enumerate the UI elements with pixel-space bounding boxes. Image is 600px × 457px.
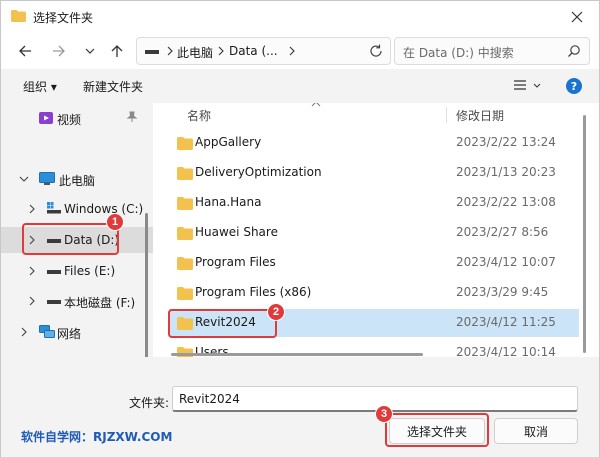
- close-button[interactable]: [563, 5, 591, 29]
- cancel-button[interactable]: 取消: [494, 418, 578, 444]
- file-modified-date: 2023/3/29 9:45: [456, 285, 549, 299]
- chevron-down-icon: [85, 48, 95, 54]
- file-list-row[interactable]: Huawei Share 2023/2/27 8:56: [169, 219, 579, 247]
- breadcrumb-this-pc[interactable]: 此电脑: [177, 44, 213, 61]
- nav-item-label: 视频: [57, 113, 82, 127]
- column-header-name[interactable]: 名称: [187, 107, 211, 124]
- forward-button[interactable]: [47, 39, 71, 63]
- file-name: Program Files (x86): [195, 285, 312, 299]
- file-name: Program Files: [195, 255, 276, 269]
- windows-drive-icon: [47, 202, 61, 214]
- folder-icon: [177, 167, 193, 180]
- dialog-footer: 文件夹: 软件自学网：RJZXW.COM 选择文件夹 取消: [1, 357, 599, 457]
- chevron-right-icon[interactable]: [27, 204, 37, 214]
- annotation-highlight-revit-folder: [168, 309, 277, 338]
- file-list-row[interactable]: Program Files 2023/4/12 10:07: [169, 249, 579, 277]
- nav-item-windows-c[interactable]: Windows (C:): [1, 196, 153, 222]
- annotation-highlight-data-drive: [22, 223, 119, 255]
- file-list-row[interactable]: Hana.Hana 2023/2/22 13:08: [169, 189, 579, 217]
- help-icon[interactable]: ?: [566, 78, 582, 94]
- navigation-bar: 此电脑 Data (... 在 Data (D:) 中搜索: [1, 33, 599, 69]
- breadcrumb-data-drive[interactable]: Data (...: [229, 44, 278, 58]
- file-list-row[interactable]: Program Files (x86) 2023/3/29 9:45: [169, 279, 579, 307]
- search-placeholder: 在 Data (D:) 中搜索: [403, 46, 514, 60]
- watermark-text: 软件自学网：RJZXW.COM: [21, 430, 173, 444]
- chevron-right-icon: [218, 46, 224, 56]
- nav-item-videos[interactable]: 视频: [1, 105, 153, 131]
- folder-icon: [177, 287, 193, 300]
- file-modified-date: 2023/2/22 13:24: [456, 135, 556, 149]
- folder-field-label: 文件夹:: [129, 396, 170, 410]
- chevron-right-icon[interactable]: [19, 327, 29, 337]
- nav-item-label: Files (E:): [64, 264, 116, 278]
- arrow-left-icon: [19, 45, 31, 57]
- network-icon: [39, 325, 55, 338]
- window-title: 选择文件夹: [33, 11, 94, 25]
- file-name: DeliveryOptimization: [195, 165, 322, 179]
- recent-locations-button[interactable]: [78, 39, 102, 63]
- nav-item-this-pc[interactable]: 此电脑: [1, 166, 153, 192]
- file-name: Hana.Hana: [195, 195, 262, 209]
- nav-item-label: 此电脑: [59, 174, 96, 188]
- computer-icon: [39, 172, 55, 185]
- file-list-row[interactable]: AppGallery 2023/2/22 13:24: [169, 129, 579, 157]
- address-bar[interactable]: 此电脑 Data (...: [136, 37, 391, 65]
- pin-icon: [127, 111, 137, 122]
- drive-icon: [47, 270, 61, 274]
- folder-name-input[interactable]: [172, 386, 578, 412]
- file-list-horizontal-scrollbar[interactable]: [171, 353, 423, 356]
- view-options-icon[interactable]: [513, 78, 543, 94]
- arrow-right-icon: [53, 45, 65, 57]
- folder-picker-dialog: 选择文件夹 此电脑 Data (... 在 Data (D:) 中搜索 组织 ▾…: [0, 0, 600, 457]
- file-modified-date: 2023/4/12 10:07: [456, 255, 556, 269]
- file-list-vertical-scrollbar[interactable]: [583, 115, 586, 353]
- file-modified-date: 2023/4/12 10:14: [456, 345, 556, 357]
- file-modified-date: 2023/1/13 20:23: [456, 165, 556, 179]
- search-box[interactable]: 在 Data (D:) 中搜索: [394, 37, 590, 65]
- column-header-modified[interactable]: 修改日期: [456, 107, 504, 124]
- file-name: AppGallery: [195, 135, 262, 149]
- chevron-right-icon: [167, 46, 173, 56]
- title-bar: 选择文件夹: [1, 1, 599, 33]
- drive-icon: [145, 50, 159, 54]
- sort-ascending-icon: [311, 103, 321, 107]
- refresh-icon[interactable]: [367, 42, 385, 60]
- nav-item-label: 网络: [57, 327, 82, 341]
- file-name: Huawei Share: [195, 225, 278, 239]
- arrow-up-icon: [111, 45, 123, 57]
- file-modified-date: 2023/2/27 8:56: [456, 225, 549, 239]
- video-icon: [39, 112, 53, 124]
- chevron-right-icon[interactable]: [27, 296, 37, 306]
- file-list-row[interactable]: DeliveryOptimization 2023/1/13 20:23: [169, 159, 579, 187]
- search-icon: [568, 45, 580, 57]
- folder-icon: [177, 227, 193, 240]
- file-modified-date: 2023/4/12 11:25: [456, 315, 556, 329]
- folder-icon: [11, 10, 26, 22]
- annotation-marker-3: 3: [375, 405, 393, 423]
- file-modified-date: 2023/2/22 13:08: [456, 195, 556, 209]
- nav-item-label: Windows (C:): [64, 202, 144, 216]
- chevron-down-icon[interactable]: [19, 174, 29, 184]
- back-button[interactable]: [13, 39, 37, 63]
- nav-item-network[interactable]: 网络: [1, 319, 153, 345]
- nav-item-files-e[interactable]: Files (E:): [1, 258, 153, 284]
- annotation-marker-1: 1: [106, 213, 124, 231]
- nav-item-label: 本地磁盘 (F:): [64, 296, 136, 310]
- folder-icon: [177, 197, 193, 210]
- nav-item-local-disk-f[interactable]: 本地磁盘 (F:): [1, 288, 153, 314]
- column-divider[interactable]: [446, 107, 447, 123]
- organize-menu[interactable]: 组织 ▾: [23, 78, 57, 95]
- annotation-marker-2: 2: [267, 303, 285, 321]
- annotation-highlight-select-button: [385, 413, 489, 447]
- chevron-right-icon[interactable]: [287, 46, 297, 56]
- folder-icon: [177, 257, 193, 270]
- close-icon: [571, 11, 583, 23]
- command-bar: 组织 ▾ 新建文件夹 ?: [1, 69, 599, 103]
- up-button[interactable]: [105, 39, 129, 63]
- new-folder-button[interactable]: 新建文件夹: [83, 78, 143, 95]
- folder-icon: [177, 137, 193, 150]
- drive-icon: [47, 300, 61, 304]
- chevron-right-icon[interactable]: [27, 266, 37, 276]
